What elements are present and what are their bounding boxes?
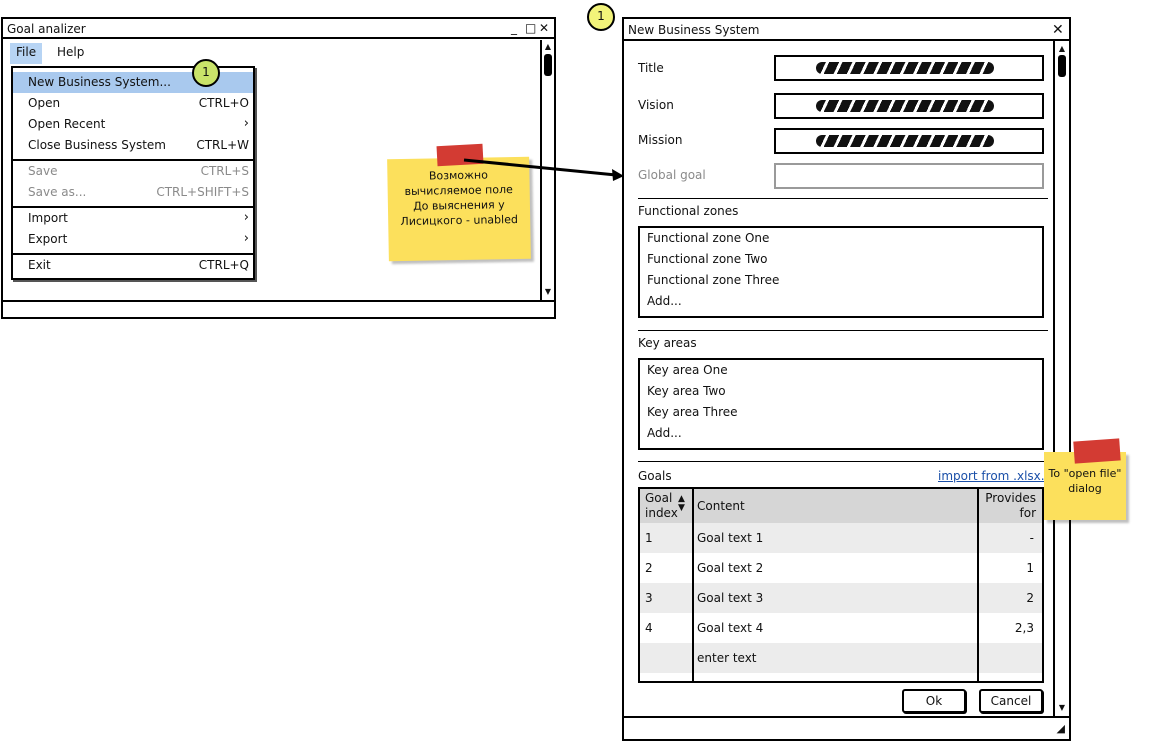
goal-provides-cell: 1: [1026, 561, 1034, 575]
close-icon[interactable]: ✕: [1052, 22, 1064, 38]
list-item[interactable]: Functional zone Three: [647, 273, 779, 287]
menu-help[interactable]: Help: [51, 43, 90, 64]
table-row[interactable]: 2 Goal text 2 1: [640, 553, 1042, 583]
menu-item-save-as[interactable]: Save as... CTRL+SHIFT+S: [13, 182, 253, 203]
vision-label: Vision: [638, 98, 674, 112]
column-header-content[interactable]: Content: [697, 499, 745, 513]
dialog-title: New Business System: [628, 23, 760, 37]
main-window-title: Goal analizer: [7, 22, 86, 36]
marker-badge-dialog: 1: [587, 3, 615, 31]
scroll-thumb[interactable]: [1058, 55, 1066, 77]
table-row-new[interactable]: enter text: [640, 643, 1042, 673]
goal-content-cell: Goal text 4: [697, 621, 764, 635]
goal-provides-cell: 2,3: [1014, 621, 1034, 635]
mission-label: Mission: [638, 133, 683, 147]
scroll-thumb[interactable]: [544, 54, 552, 76]
column-header-goal-index[interactable]: Goal: [645, 491, 672, 505]
goal-index-cell: 2: [645, 561, 653, 575]
list-item[interactable]: Functional zone One: [647, 231, 769, 245]
add-key-area[interactable]: Add...: [647, 426, 682, 440]
goal-content-cell: Goal text 1: [697, 531, 764, 545]
menu-item-open[interactable]: Open CTRL+O: [13, 93, 253, 114]
menu-item-close-business-system[interactable]: Close Business System CTRL+W: [13, 135, 253, 156]
goals-table: Goal index ▲ ▼ Content Provides for 1 Goa…: [638, 487, 1044, 683]
goal-index-cell: 4: [645, 621, 653, 635]
marker-badge-1: 1: [192, 59, 220, 87]
redacted-value: [816, 135, 994, 147]
scroll-down-icon[interactable]: ▼: [1056, 702, 1068, 714]
menu-item-import[interactable]: Import ›: [13, 208, 253, 229]
close-icon[interactable]: ✕: [539, 21, 549, 35]
goals-heading: Goals: [638, 469, 672, 483]
scroll-up-icon[interactable]: ▲: [542, 41, 554, 53]
goal-provides-cell: -: [1029, 531, 1034, 545]
menu-item-exit[interactable]: Exit CTRL+Q: [13, 255, 253, 276]
mission-input[interactable]: [774, 128, 1044, 154]
scroll-down-icon[interactable]: ▼: [542, 286, 554, 298]
menubar: File Help: [3, 40, 540, 64]
column-header-provides-for[interactable]: Provides: [985, 491, 1036, 505]
menu-item-export[interactable]: Export ›: [13, 229, 253, 250]
main-titlebar: Goal analizer _ □ ✕: [3, 19, 554, 39]
vision-input[interactable]: [774, 93, 1044, 119]
minimize-icon[interactable]: _: [511, 21, 517, 35]
list-item[interactable]: Key area Three: [647, 405, 738, 419]
goal-index-cell: 1: [645, 531, 653, 545]
redacted-value: [816, 100, 994, 112]
menu-item-save[interactable]: Save CTRL+S: [13, 161, 253, 182]
global-goal-input: [774, 163, 1044, 189]
main-statusbar: [3, 300, 554, 317]
goals-table-header: Goal index ▲ ▼ Content Provides for: [640, 489, 1042, 523]
title-input[interactable]: [774, 55, 1044, 81]
import-xlsx-link[interactable]: import from .xlsx...: [938, 469, 1052, 483]
section-divider: [638, 330, 1048, 331]
dialog-statusbar: ◢: [624, 716, 1069, 739]
goal-content-cell: Goal text 3: [697, 591, 764, 605]
list-item[interactable]: Functional zone Two: [647, 252, 768, 266]
maximize-icon[interactable]: □: [525, 21, 536, 35]
new-business-system-dialog: New Business System ✕ Title Vision Missi…: [622, 17, 1071, 741]
menu-file[interactable]: File: [10, 43, 43, 64]
functional-zones-list[interactable]: Functional zone One Functional zone Two …: [638, 226, 1044, 318]
menu-item-open-recent[interactable]: Open Recent ›: [13, 114, 253, 135]
table-row[interactable]: 4 Goal text 4 2,3: [640, 613, 1042, 643]
table-row[interactable]: 1 Goal text 1 -: [640, 523, 1042, 553]
list-item[interactable]: Key area One: [647, 363, 728, 377]
goal-content-input[interactable]: enter text: [697, 651, 757, 665]
connector-arrow: [463, 158, 624, 181]
column-divider: [977, 489, 979, 681]
redacted-value: [816, 62, 994, 74]
ok-button[interactable]: Ok: [902, 689, 966, 713]
sticky-tape: [1073, 438, 1121, 464]
column-header-goal-index-line2: index: [645, 506, 678, 520]
goal-index-cell: 3: [645, 591, 653, 605]
chevron-right-icon: ›: [243, 210, 249, 225]
dialog-vertical-scrollbar[interactable]: ▲ ▼: [1053, 41, 1069, 716]
goal-provides-cell: 2: [1026, 591, 1034, 605]
key-areas-heading: Key areas: [638, 336, 697, 350]
scroll-up-icon[interactable]: ▲: [1056, 43, 1068, 55]
list-item[interactable]: Key area Two: [647, 384, 726, 398]
chevron-right-icon: ›: [243, 116, 249, 131]
column-header-provides-for-line2: for: [1019, 506, 1037, 520]
section-divider: [638, 461, 1048, 462]
file-menu-dropdown: New Business System... Open CTRL+O Open …: [11, 66, 255, 280]
global-goal-label: Global goal: [638, 168, 706, 182]
section-divider: [638, 198, 1048, 199]
add-functional-zone[interactable]: Add...: [647, 294, 682, 308]
key-areas-list[interactable]: Key area One Key area Two Key area Three…: [638, 358, 1044, 450]
functional-zones-heading: Functional zones: [638, 204, 739, 218]
resize-grip-icon[interactable]: ◢: [1057, 722, 1065, 735]
dialog-titlebar: New Business System ✕: [624, 19, 1069, 41]
goal-content-cell: Goal text 2: [697, 561, 764, 575]
cancel-button[interactable]: Cancel: [979, 689, 1043, 713]
table-row[interactable]: 3 Goal text 3 2: [640, 583, 1042, 613]
sort-icon[interactable]: ▲ ▼: [678, 495, 685, 513]
column-divider: [692, 489, 694, 681]
chevron-right-icon: ›: [243, 231, 249, 246]
title-label: Title: [638, 61, 664, 75]
